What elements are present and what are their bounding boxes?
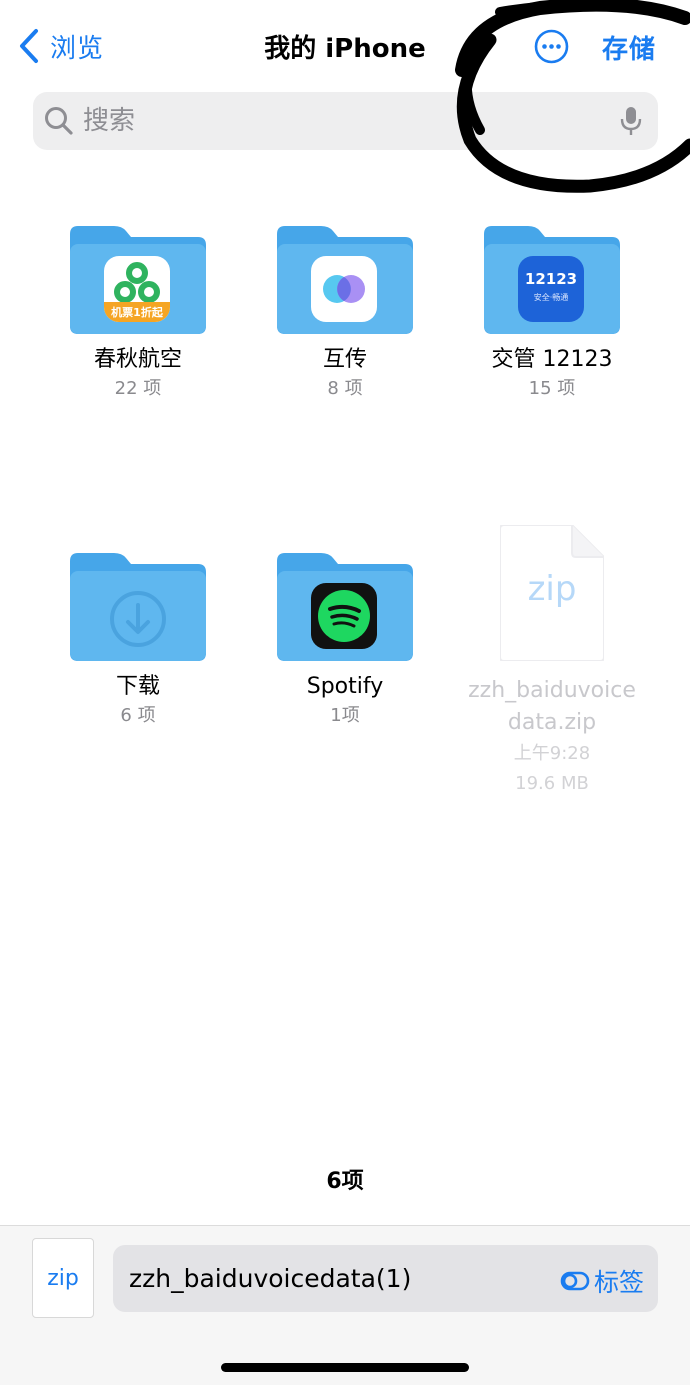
folder-icon <box>70 553 206 661</box>
bottom-save-bar: zip 标签 <box>0 1225 690 1385</box>
folder-name: 交管 12123 <box>491 347 613 372</box>
folder-item[interactable]: 机票1折起 春秋航空 22 项 <box>48 226 228 400</box>
tags-toggle-icon <box>560 1271 590 1291</box>
folder-icon <box>277 226 413 334</box>
tags-button[interactable]: 标签 <box>560 1263 644 1299</box>
folder-item-count: 1项 <box>330 705 360 726</box>
file-thumbnail: zip <box>32 1238 94 1318</box>
spring-airlines-badge-text: 机票1折起 <box>111 306 163 319</box>
traffic-app-number: 12123 <box>524 270 578 288</box>
search-input[interactable] <box>83 92 603 150</box>
folder-icon: 12123 安全·畅通 <box>484 226 620 334</box>
navigation-bar: 浏览 我的 iPhone 存储 <box>0 0 690 92</box>
folder-name: 下载 <box>115 674 160 699</box>
file-size: 19.6 MB <box>515 773 589 794</box>
page-title: 我的 iPhone <box>264 34 426 64</box>
folder-item-count: 8 项 <box>327 378 363 399</box>
hutransfer-app-icon <box>311 256 377 322</box>
tags-label: 标签 <box>593 1268 644 1297</box>
search-icon <box>45 107 73 135</box>
filename-input[interactable] <box>129 1245 529 1312</box>
home-indicator <box>221 1363 469 1372</box>
file-item[interactable]: zip zzh_baiduvoicedata.zip 上午9:28 19.6 M… <box>462 525 642 799</box>
traffic-app-subtitle: 安全·畅通 <box>533 293 569 302</box>
traffic-12123-app-icon: 12123 安全·畅通 <box>518 256 584 322</box>
folder-name: 互传 <box>322 347 367 372</box>
save-button[interactable]: 存储 <box>602 29 656 66</box>
file-name: zzh_baiduvoicedata.zip <box>468 678 636 735</box>
folder-item[interactable]: 互传 8 项 <box>255 226 435 400</box>
folder-name: 春秋航空 <box>93 347 182 372</box>
more-options-icon[interactable] <box>534 29 569 64</box>
zip-file-icon: zip <box>500 525 604 661</box>
spotify-app-icon <box>311 583 377 649</box>
folder-icon <box>277 553 413 661</box>
folder-item-count: 15 项 <box>528 378 576 399</box>
microphone-icon[interactable] <box>619 105 643 137</box>
folder-item[interactable]: 12123 安全·畅通 交管 12123 15 项 <box>462 226 642 400</box>
file-date: 上午9:28 <box>513 743 591 764</box>
folder-item[interactable]: 下载 6 项 <box>48 553 228 727</box>
search-bar[interactable] <box>33 92 658 150</box>
zip-file-label: zip <box>527 569 577 609</box>
folder-icon: 机票1折起 <box>70 226 206 334</box>
folder-name: Spotify <box>306 674 384 699</box>
filename-field[interactable]: 标签 <box>113 1245 658 1312</box>
folder-item[interactable]: Spotify 1项 <box>255 553 435 727</box>
folder-item-count: 22 项 <box>114 378 162 399</box>
folder-item-count: 6 项 <box>120 705 156 726</box>
item-count: 6项 <box>326 1169 364 1194</box>
